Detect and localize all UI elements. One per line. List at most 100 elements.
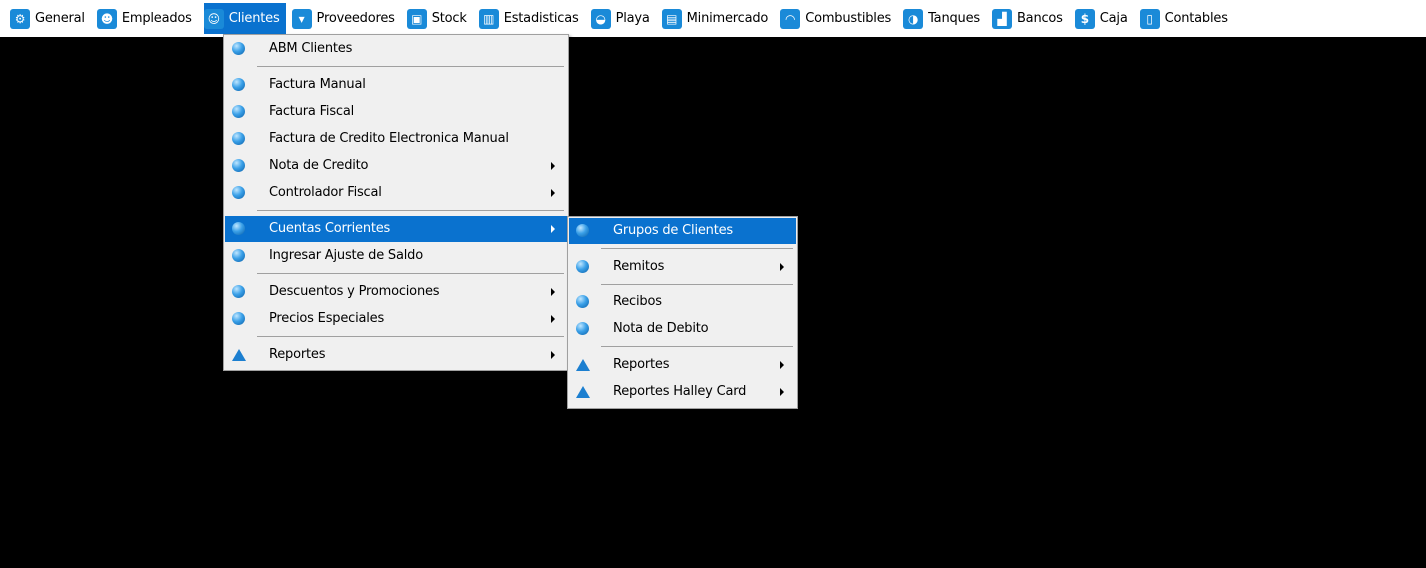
menu-item-label: Recibos bbox=[613, 294, 662, 309]
bullet-icon bbox=[232, 132, 245, 145]
menu-separator bbox=[601, 346, 793, 347]
menu-item-nota-de-debito[interactable]: Nota de Debito bbox=[569, 316, 796, 342]
menu-playa[interactable]: ◒ Playa bbox=[590, 3, 656, 34]
menu-contables-label: Contables bbox=[1164, 11, 1228, 26]
menu-separator bbox=[257, 336, 564, 337]
menu-empleados[interactable]: ☻ Empleados bbox=[96, 3, 198, 34]
bullet-icon bbox=[232, 285, 245, 298]
menu-item-factura-manual[interactable]: Factura Manual bbox=[225, 72, 567, 98]
chart-icon: ▥ bbox=[478, 8, 499, 29]
menu-item-label: Ingresar Ajuste de Saldo bbox=[269, 248, 423, 263]
menu-item-label: ABM Clientes bbox=[269, 41, 353, 56]
menu-combustibles[interactable]: ◠ Combustibles bbox=[780, 3, 897, 34]
menu-item-label: Controlador Fiscal bbox=[269, 185, 382, 200]
menu-general[interactable]: ⚙ General bbox=[10, 3, 91, 34]
menu-playa-label: Playa bbox=[615, 11, 650, 26]
submenu-arrow-icon bbox=[551, 288, 555, 296]
menu-caja-label: Caja bbox=[1099, 11, 1128, 26]
bank-icon: ▟ bbox=[991, 8, 1012, 29]
cash-register-icon: ▤ bbox=[661, 8, 682, 29]
bullet-icon bbox=[232, 78, 245, 91]
submenu-arrow-icon bbox=[551, 189, 555, 197]
tank-icon: ◑ bbox=[903, 8, 924, 29]
menu-item-label: Nota de Debito bbox=[613, 321, 709, 336]
clientes-dropdown-menu: ABM Clientes Factura Manual Factura Fisc… bbox=[223, 34, 569, 371]
menu-proveedores-label: Proveedores bbox=[316, 11, 395, 26]
submenu-arrow-icon bbox=[780, 263, 784, 271]
menu-item-label: Factura Manual bbox=[269, 77, 366, 92]
user-icon: ☺ bbox=[203, 8, 224, 29]
menu-separator bbox=[257, 66, 564, 67]
bullet-icon bbox=[576, 260, 589, 273]
bullet-icon bbox=[232, 249, 245, 262]
menu-bancos[interactable]: ▟ Bancos bbox=[991, 3, 1069, 34]
menu-proveedores[interactable]: ▾ Proveedores bbox=[291, 3, 401, 34]
bullet-icon bbox=[576, 224, 589, 237]
menu-combustibles-label: Combustibles bbox=[805, 11, 892, 26]
menu-minimercado-label: Minimercado bbox=[686, 11, 769, 26]
menu-item-precios-especiales[interactable]: Precios Especiales bbox=[225, 306, 567, 332]
menu-contables[interactable]: ▯ Contables bbox=[1139, 3, 1234, 34]
menu-stock-label: Stock bbox=[431, 11, 467, 26]
submenu-arrow-icon bbox=[551, 315, 555, 323]
menu-item-reportes[interactable]: Reportes bbox=[225, 342, 567, 368]
menu-item-label: Reportes bbox=[269, 347, 326, 362]
menu-separator bbox=[257, 210, 564, 211]
menu-stock[interactable]: ▣ Stock bbox=[406, 3, 473, 34]
menu-clientes-label: Clientes bbox=[228, 11, 280, 26]
menu-estadisticas[interactable]: ▥ Estadisticas bbox=[478, 3, 585, 34]
menu-item-label: Cuentas Corrientes bbox=[269, 221, 391, 236]
menu-item-reportes-halley-card[interactable]: Reportes Halley Card bbox=[569, 379, 796, 405]
menu-caja[interactable]: $ Caja bbox=[1074, 3, 1134, 34]
truck-icon: ▾ bbox=[291, 8, 312, 29]
menu-item-controlador-fiscal[interactable]: Controlador Fiscal bbox=[225, 180, 567, 206]
menu-item-reportes[interactable]: Reportes bbox=[569, 352, 796, 378]
menu-item-label: Remitos bbox=[613, 259, 665, 274]
submenu-arrow-icon bbox=[780, 361, 784, 369]
submenu-arrow-icon bbox=[551, 162, 555, 170]
bullet-icon bbox=[232, 159, 245, 172]
menu-item-label: Precios Especiales bbox=[269, 311, 385, 326]
menu-item-label: Factura Fiscal bbox=[269, 104, 355, 119]
bullet-icon bbox=[232, 186, 245, 199]
menu-item-abm-clientes[interactable]: ABM Clientes bbox=[225, 36, 567, 62]
menu-minimercado[interactable]: ▤ Minimercado bbox=[661, 3, 775, 34]
cuentas-corrientes-submenu: Grupos de Clientes Remitos Recibos Nota … bbox=[567, 216, 798, 409]
menu-item-recibos[interactable]: Recibos bbox=[569, 289, 796, 315]
menu-item-factura-fiscal[interactable]: Factura Fiscal bbox=[225, 99, 567, 125]
menu-separator bbox=[601, 248, 793, 249]
document-icon: ▯ bbox=[1139, 8, 1160, 29]
menu-item-label: Nota de Credito bbox=[269, 158, 369, 173]
menu-item-label: Reportes bbox=[613, 357, 670, 372]
menu-separator bbox=[601, 284, 793, 285]
box-icon: ▣ bbox=[406, 8, 427, 29]
menu-item-factura-credito-electronica[interactable]: Factura de Credito Electronica Manual bbox=[225, 126, 567, 152]
submenu-arrow-icon bbox=[780, 388, 784, 396]
menu-tanques-label: Tanques bbox=[928, 11, 980, 26]
bullet-icon bbox=[232, 105, 245, 118]
menu-item-label: Grupos de Clientes bbox=[613, 223, 733, 238]
menu-bancos-label: Bancos bbox=[1016, 11, 1063, 26]
menu-clientes[interactable]: ☺ Clientes bbox=[203, 3, 286, 34]
menu-item-nota-de-credito[interactable]: Nota de Credito bbox=[225, 153, 567, 179]
fuel-icon: ◠ bbox=[780, 8, 801, 29]
car-icon: ◒ bbox=[590, 8, 611, 29]
menu-item-label: Factura de Credito Electronica Manual bbox=[269, 131, 509, 146]
submenu-arrow-icon bbox=[551, 351, 555, 359]
menu-item-label: Reportes Halley Card bbox=[613, 384, 747, 399]
menu-item-grupos-de-clientes[interactable]: Grupos de Clientes bbox=[569, 218, 796, 244]
dollar-icon: $ bbox=[1074, 8, 1095, 29]
bullet-icon bbox=[232, 42, 245, 55]
person-icon: ☻ bbox=[96, 8, 117, 29]
report-triangle-icon bbox=[232, 349, 246, 361]
bullet-icon bbox=[232, 312, 245, 325]
menu-item-descuentos-y-promociones[interactable]: Descuentos y Promociones bbox=[225, 279, 567, 305]
submenu-arrow-icon bbox=[551, 225, 555, 233]
menu-item-ingresar-ajuste-de-saldo[interactable]: Ingresar Ajuste de Saldo bbox=[225, 243, 567, 269]
menu-item-label: Descuentos y Promociones bbox=[269, 284, 440, 299]
menu-general-label: General bbox=[35, 11, 85, 26]
menu-empleados-label: Empleados bbox=[121, 11, 192, 26]
menu-tanques[interactable]: ◑ Tanques bbox=[903, 3, 986, 34]
menu-item-remitos[interactable]: Remitos bbox=[569, 254, 796, 280]
menu-item-cuentas-corrientes[interactable]: Cuentas Corrientes bbox=[225, 216, 567, 242]
